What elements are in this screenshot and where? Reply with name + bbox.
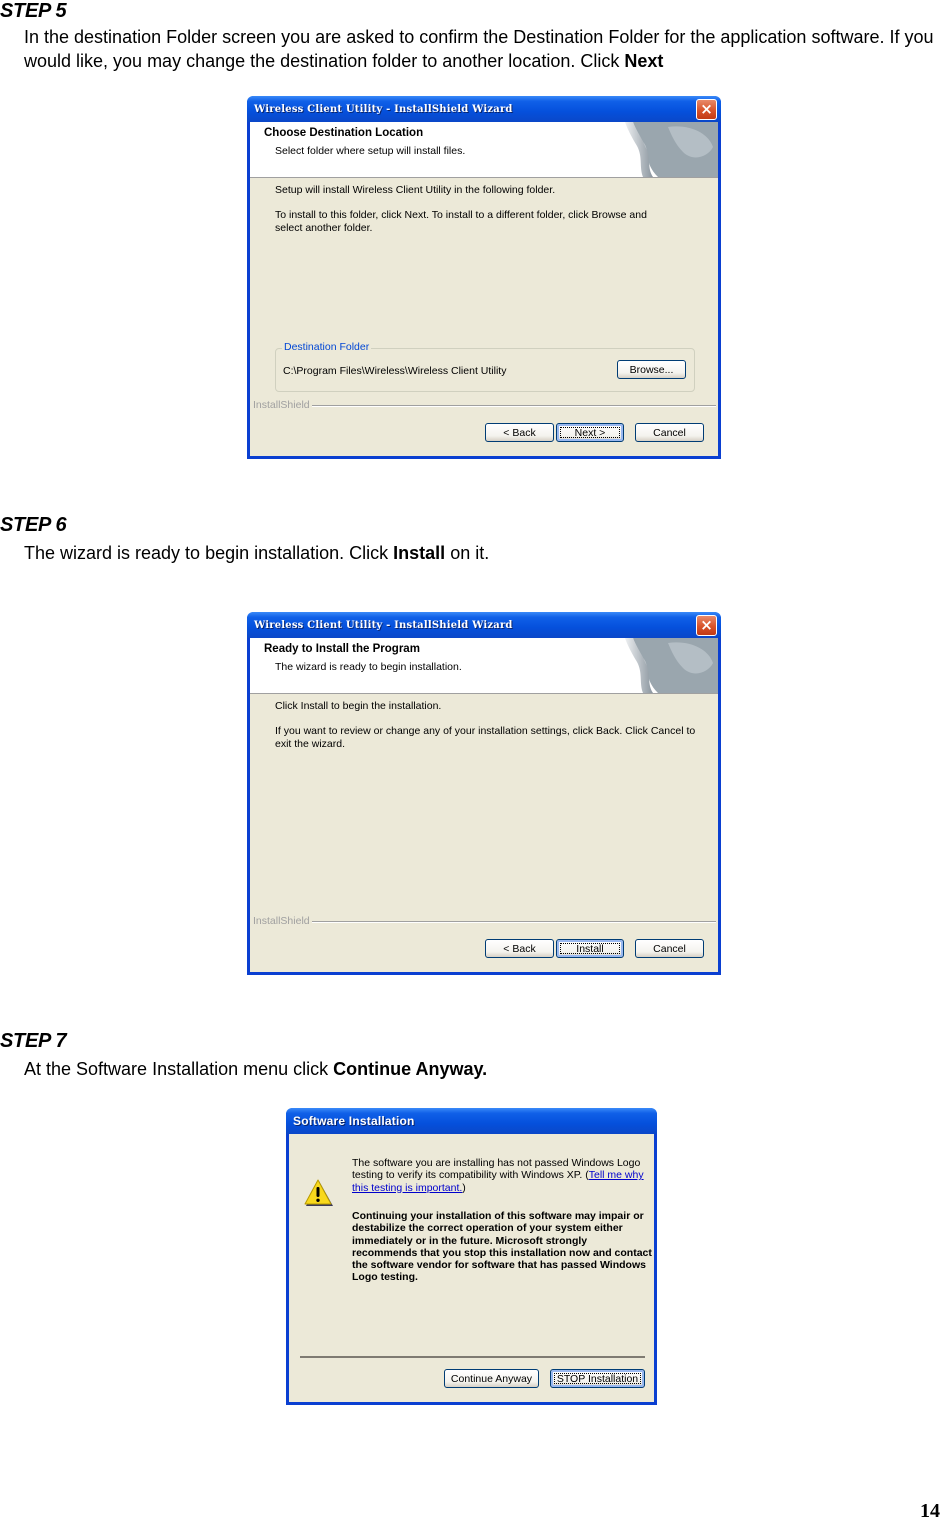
dialog-title: Wireless Client Utility - InstallShield … bbox=[254, 619, 513, 631]
separator bbox=[312, 921, 716, 923]
step-7-instructions: At the Software Installation menu click … bbox=[24, 1057, 939, 1081]
dialog-client: The software you are installing has not … bbox=[289, 1134, 654, 1402]
step-6-emphasis: Install bbox=[393, 543, 446, 563]
step-5-title: STEP 5 bbox=[0, 0, 67, 22]
header-subtitle: Select folder where setup will install f… bbox=[275, 145, 466, 157]
step-5-emphasis: Next bbox=[624, 51, 664, 71]
back-label: < Back bbox=[503, 426, 536, 439]
destination-path: C:\Program Files\Wireless\Wireless Clien… bbox=[283, 365, 507, 377]
dialog-client: Choose Destination Location Select folde… bbox=[250, 122, 718, 456]
install-label: Install bbox=[576, 942, 604, 955]
next-label: Next > bbox=[574, 426, 606, 439]
warning-text-end: ) bbox=[462, 1181, 466, 1194]
installshield-art-icon bbox=[613, 122, 718, 177]
step-6-instructions: The wizard is ready to begin installatio… bbox=[24, 541, 939, 565]
browse-label: Browse... bbox=[629, 363, 674, 376]
back-label: < Back bbox=[503, 942, 536, 955]
continue-anyway-button[interactable]: Continue Anyway bbox=[444, 1369, 539, 1388]
dialog-titlebar[interactable]: Wireless Client Utility - InstallShield … bbox=[247, 96, 721, 122]
destination-dialog: Wireless Client Utility - InstallShield … bbox=[247, 96, 721, 459]
dialog-title: Software Installation bbox=[293, 1114, 415, 1128]
browse-button[interactable]: Browse... bbox=[617, 360, 686, 379]
close-icon[interactable]: × bbox=[696, 614, 717, 636]
header-title: Ready to Install the Program bbox=[264, 643, 420, 655]
back-button[interactable]: < Back bbox=[485, 939, 554, 958]
installshield-art-icon bbox=[613, 638, 718, 693]
step-6-text-end: on it. bbox=[445, 543, 490, 563]
body-line-2: To install to this folder, click Next. T… bbox=[275, 209, 647, 234]
stop-installation-button[interactable]: STOP Installation bbox=[550, 1369, 645, 1388]
destination-folder-group: Destination Folder C:\Program Files\Wire… bbox=[275, 341, 695, 392]
cancel-button[interactable]: Cancel bbox=[635, 939, 704, 958]
warning-bold-message: Continuing your installation of this sof… bbox=[352, 1210, 652, 1284]
cancel-label: Cancel bbox=[653, 426, 686, 439]
separator bbox=[300, 1356, 645, 1358]
step-5-instructions: In the destination Folder screen you are… bbox=[24, 25, 939, 73]
warning-message: The software you are installing has not … bbox=[352, 1157, 647, 1194]
continue-anyway-label: Continue Anyway bbox=[450, 1372, 533, 1385]
dialog-header: Ready to Install the Program The wizard … bbox=[250, 638, 718, 694]
header-title: Choose Destination Location bbox=[264, 127, 424, 139]
step-6-title: STEP 6 bbox=[0, 514, 67, 536]
installshield-brand: InstallShield bbox=[253, 915, 310, 927]
back-button[interactable]: < Back bbox=[485, 423, 554, 442]
dialog-header: Choose Destination Location Select folde… bbox=[250, 122, 718, 178]
close-icon[interactable]: × bbox=[696, 98, 717, 120]
separator bbox=[312, 405, 716, 407]
body-line-1: Setup will install Wireless Client Utili… bbox=[275, 184, 556, 196]
install-button[interactable]: Install bbox=[556, 939, 624, 958]
step-7-emphasis: Continue Anyway. bbox=[333, 1059, 488, 1079]
cancel-label: Cancel bbox=[653, 942, 686, 955]
header-subtitle: The wizard is ready to begin installatio… bbox=[275, 661, 462, 673]
next-button[interactable]: Next > bbox=[556, 423, 624, 442]
cancel-button[interactable]: Cancel bbox=[635, 423, 704, 442]
step-5-text: In the destination Folder screen you are… bbox=[24, 27, 934, 71]
dialog-client: Ready to Install the Program The wizard … bbox=[250, 638, 718, 972]
dialog-title: Wireless Client Utility - InstallShield … bbox=[254, 103, 513, 115]
destination-folder-label: Destination Folder bbox=[282, 341, 372, 353]
stop-installation-label: STOP Installation bbox=[556, 1372, 639, 1385]
dialog-titlebar[interactable]: Wireless Client Utility - InstallShield … bbox=[247, 612, 721, 638]
software-installation-dialog: Software Installation The software you a… bbox=[286, 1108, 657, 1405]
installshield-brand: InstallShield bbox=[253, 399, 310, 411]
body-line-1: Click Install to begin the installation. bbox=[275, 700, 442, 712]
ready-to-install-dialog: Wireless Client Utility - InstallShield … bbox=[247, 612, 721, 975]
step-7-title: STEP 7 bbox=[0, 1030, 67, 1052]
page-number: 14 bbox=[920, 1500, 940, 1522]
body-line-2: If you want to review or change any of y… bbox=[275, 725, 696, 750]
step-7-text: At the Software Installation menu click bbox=[24, 1059, 334, 1079]
step-6-text: The wizard is ready to begin installatio… bbox=[24, 543, 394, 563]
warning-icon bbox=[304, 1179, 333, 1206]
dialog-titlebar[interactable]: Software Installation bbox=[286, 1108, 657, 1134]
